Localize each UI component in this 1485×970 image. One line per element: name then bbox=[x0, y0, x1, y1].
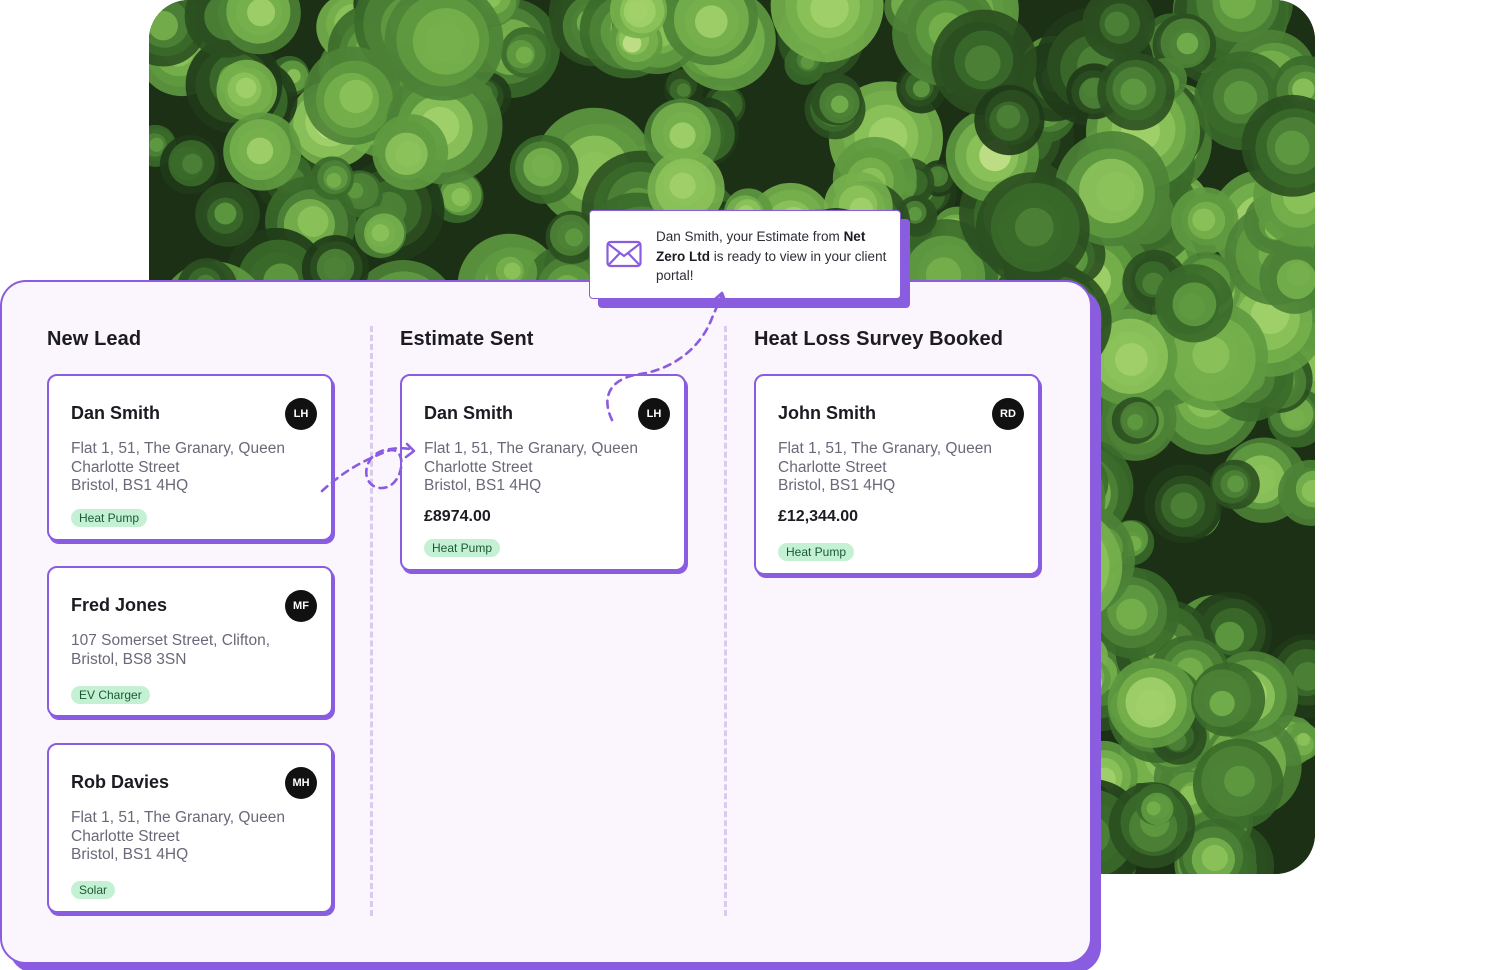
address-line: Flat 1, 51, The Granary, Queen bbox=[71, 440, 285, 457]
lead-address: Flat 1, 51, The Granary, Queen Charlotte… bbox=[424, 440, 674, 496]
address-line: Flat 1, 51, The Granary, Queen bbox=[424, 440, 638, 457]
address-line: Charlotte Street bbox=[71, 458, 180, 476]
estimate-price: £8974.00 bbox=[424, 508, 491, 525]
address-line: Charlotte Street bbox=[778, 458, 887, 476]
address-line: Bristol, BS8 3SN bbox=[71, 650, 187, 668]
assignee-avatar[interactable]: LH bbox=[638, 398, 670, 430]
lead-name: Dan Smith bbox=[424, 403, 514, 423]
column-title-new-lead: New Lead bbox=[47, 328, 142, 350]
address-line: Flat 1, 51, The Granary, Queen bbox=[71, 809, 285, 826]
notification-message: Dan Smith, your Estimate from Net Zero L… bbox=[656, 227, 888, 286]
notification-text: Dan Smith, your Estimate from bbox=[656, 229, 844, 244]
lead-card[interactable]: Dan Smith LH Flat 1, 51, The Granary, Qu… bbox=[400, 374, 686, 571]
lead-card[interactable]: Rob Davies MH Flat 1, 51, The Granary, Q… bbox=[47, 743, 333, 913]
column-divider bbox=[724, 326, 727, 916]
address-line: Bristol, BS1 4HQ bbox=[71, 477, 189, 494]
address-line: Charlotte Street bbox=[424, 458, 533, 476]
assignee-avatar[interactable]: RD bbox=[992, 398, 1024, 430]
lead-card[interactable]: Dan Smith LH Flat 1, 51, The Granary, Qu… bbox=[47, 374, 333, 541]
address-line: Bristol, BS1 4HQ bbox=[71, 846, 189, 863]
lead-name: Rob Davies bbox=[71, 772, 170, 792]
product-tag: Heat Pump bbox=[778, 543, 855, 561]
lead-card[interactable]: John Smith RD Flat 1, 51, The Granary, Q… bbox=[754, 374, 1040, 575]
column-divider bbox=[370, 326, 373, 916]
address-line: 107 Somerset Street, Clifton, bbox=[71, 632, 271, 649]
column-title-estimate-sent: Estimate Sent bbox=[400, 328, 534, 350]
product-tag: Solar bbox=[71, 881, 116, 899]
address-line: Bristol, BS1 4HQ bbox=[778, 477, 896, 494]
lead-name: Dan Smith bbox=[71, 403, 161, 423]
column-title-heat-loss-survey-booked: Heat Loss Survey Booked bbox=[754, 328, 1004, 350]
product-tag: EV Charger bbox=[71, 686, 150, 704]
kanban-board: New Lead Estimate Sent Heat Loss Survey … bbox=[0, 280, 1092, 964]
assignee-avatar[interactable]: LH bbox=[285, 398, 317, 430]
assignee-avatar[interactable]: MH bbox=[285, 767, 317, 799]
lead-address: Flat 1, 51, The Granary, Queen Charlotte… bbox=[71, 440, 321, 496]
lead-address: Flat 1, 51, The Granary, Queen Charlotte… bbox=[71, 809, 321, 865]
product-tag: Heat Pump bbox=[71, 509, 148, 527]
lead-name: John Smith bbox=[778, 403, 876, 423]
lead-address: 107 Somerset Street, Clifton, Bristol, B… bbox=[71, 632, 321, 669]
lead-card[interactable]: Fred Jones MF 107 Somerset Street, Clift… bbox=[47, 566, 333, 717]
email-notification-toast[interactable]: Dan Smith, your Estimate from Net Zero L… bbox=[589, 210, 901, 299]
lead-name: Fred Jones bbox=[71, 595, 168, 615]
address-line: Bristol, BS1 4HQ bbox=[424, 477, 542, 494]
mail-icon bbox=[606, 240, 642, 268]
product-tag: Heat Pump bbox=[424, 539, 501, 557]
estimate-price: £12,344.00 bbox=[778, 508, 859, 525]
lead-address: Flat 1, 51, The Granary, Queen Charlotte… bbox=[778, 440, 1028, 496]
address-line: Flat 1, 51, The Granary, Queen bbox=[778, 440, 992, 457]
assignee-avatar[interactable]: MF bbox=[285, 590, 317, 622]
address-line: Charlotte Street bbox=[71, 827, 180, 845]
